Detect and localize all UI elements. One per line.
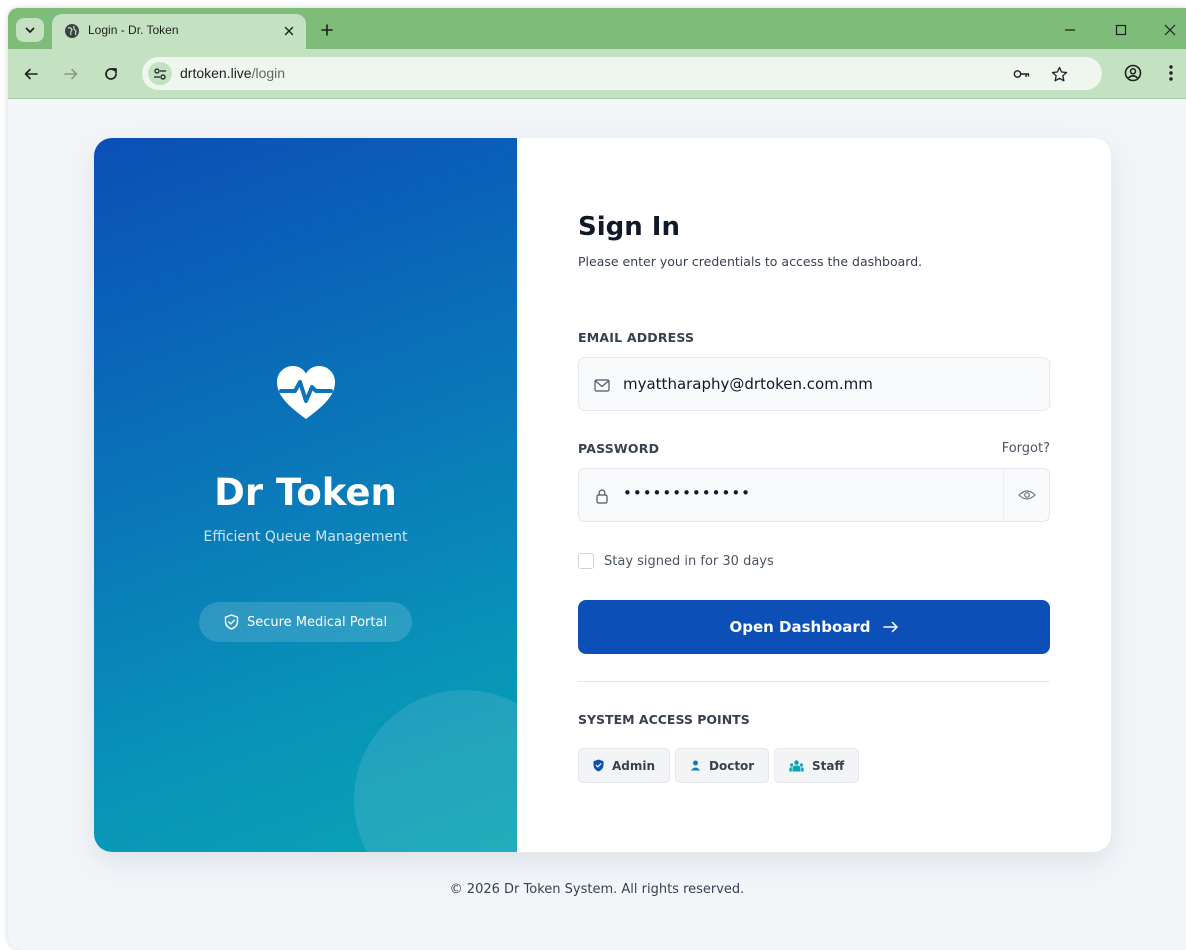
- heart-pulse-icon: [277, 366, 335, 419]
- browser-menu-button[interactable]: [1160, 62, 1182, 84]
- signin-subtitle: Please enter your credentials to access …: [578, 254, 923, 269]
- secure-portal-badge: Secure Medical Portal: [199, 602, 412, 642]
- account-icon: [1124, 64, 1142, 82]
- browser-toolbar: drtoken.live/login: [8, 49, 1186, 99]
- decorative-circle: [354, 690, 517, 852]
- access-point-label: Admin: [612, 758, 656, 773]
- globe-icon: [65, 24, 79, 38]
- toggle-password-visibility-button[interactable]: [1003, 469, 1049, 521]
- maximize-icon: [1115, 24, 1127, 36]
- signin-form: Sign In Please enter your credentials to…: [517, 138, 1111, 852]
- arrow-right-icon: [882, 621, 898, 633]
- users-icon: [789, 759, 804, 771]
- browser-window: Login - Dr. Token drtoken.live/login Dr …: [8, 8, 1186, 950]
- bookmark-button[interactable]: [1049, 64, 1069, 84]
- password-value: •••••••••••••: [623, 484, 752, 502]
- brand-tagline: Efficient Queue Management: [203, 529, 408, 545]
- back-button[interactable]: [20, 63, 42, 85]
- chevron-down-icon: [25, 27, 35, 33]
- signin-title: Sign In: [578, 212, 680, 242]
- remember-me-checkbox[interactable]: [578, 553, 594, 569]
- forward-button[interactable]: [60, 63, 82, 85]
- password-field[interactable]: •••••••••••••: [578, 468, 1050, 522]
- access-point-admin[interactable]: Admin: [578, 748, 671, 783]
- access-point-staff[interactable]: Staff: [774, 748, 860, 783]
- login-card: Dr Token Efficient Queue Management Secu…: [94, 138, 1111, 852]
- eye-icon: [1017, 490, 1036, 500]
- close-icon: [1164, 24, 1176, 36]
- lock-icon: [593, 487, 611, 505]
- arrow-right-icon: [64, 68, 78, 80]
- form-divider: [578, 681, 1050, 682]
- access-point-label: Staff: [812, 758, 845, 773]
- maximize-button[interactable]: [1111, 20, 1131, 40]
- email-label: EMAIL ADDRESS: [578, 330, 695, 345]
- shield-check-icon: [224, 614, 239, 630]
- secure-portal-label: Secure Medical Portal: [246, 614, 388, 630]
- access-point-label: Doctor: [709, 758, 755, 773]
- open-dashboard-label: Open Dashboard: [729, 618, 871, 636]
- forgot-password-link[interactable]: Forgot?: [1002, 441, 1050, 456]
- access-point-doctor[interactable]: Doctor: [675, 748, 770, 783]
- remember-me[interactable]: Stay signed in for 30 days: [578, 553, 774, 569]
- url-text[interactable]: drtoken.live/login: [180, 65, 285, 81]
- password-label: PASSWORD: [578, 441, 660, 456]
- reload-button[interactable]: [100, 63, 122, 85]
- remember-me-label: Stay signed in for 30 days: [604, 553, 774, 569]
- tab-strip: Login - Dr. Token: [8, 8, 1186, 49]
- open-dashboard-button[interactable]: Open Dashboard: [578, 600, 1050, 654]
- access-points-title: SYSTEM ACCESS POINTS: [578, 712, 750, 727]
- user-icon: [690, 760, 701, 771]
- address-bar[interactable]: drtoken.live/login: [142, 57, 1102, 90]
- tab-title: Login - Dr. Token: [88, 23, 179, 37]
- tab-close-button[interactable]: [280, 22, 298, 40]
- url-path: /login: [251, 65, 286, 81]
- plus-icon: [321, 24, 333, 36]
- password-key-button[interactable]: [1012, 64, 1032, 84]
- browser-tab[interactable]: Login - Dr. Token: [52, 14, 306, 49]
- mail-icon: [593, 376, 611, 394]
- tune-icon: [154, 67, 166, 80]
- brand-panel: Dr Token Efficient Queue Management Secu…: [94, 138, 517, 852]
- arrow-left-icon: [24, 68, 38, 80]
- tab-search-button[interactable]: [16, 18, 44, 42]
- email-field[interactable]: myattharaphy@drtoken.com.mm: [578, 357, 1050, 411]
- shield-icon: [593, 759, 604, 772]
- kebab-menu-icon: [1169, 65, 1173, 81]
- page-footer: © 2026 Dr Token System. All rights reser…: [449, 882, 745, 897]
- key-icon: [1013, 70, 1030, 78]
- window-close-button[interactable]: [1160, 20, 1180, 40]
- url-host: drtoken.live: [180, 65, 252, 81]
- brand-name: Dr Token: [214, 471, 397, 514]
- minimize-button[interactable]: [1060, 20, 1080, 40]
- close-icon: [284, 26, 294, 36]
- profile-button[interactable]: [1122, 62, 1144, 84]
- star-icon: [1051, 66, 1067, 81]
- minimize-icon: [1065, 29, 1075, 31]
- new-tab-button[interactable]: [316, 19, 338, 41]
- reload-icon: [105, 68, 117, 80]
- site-info-button[interactable]: [148, 62, 172, 85]
- email-value: myattharaphy@drtoken.com.mm: [623, 375, 873, 393]
